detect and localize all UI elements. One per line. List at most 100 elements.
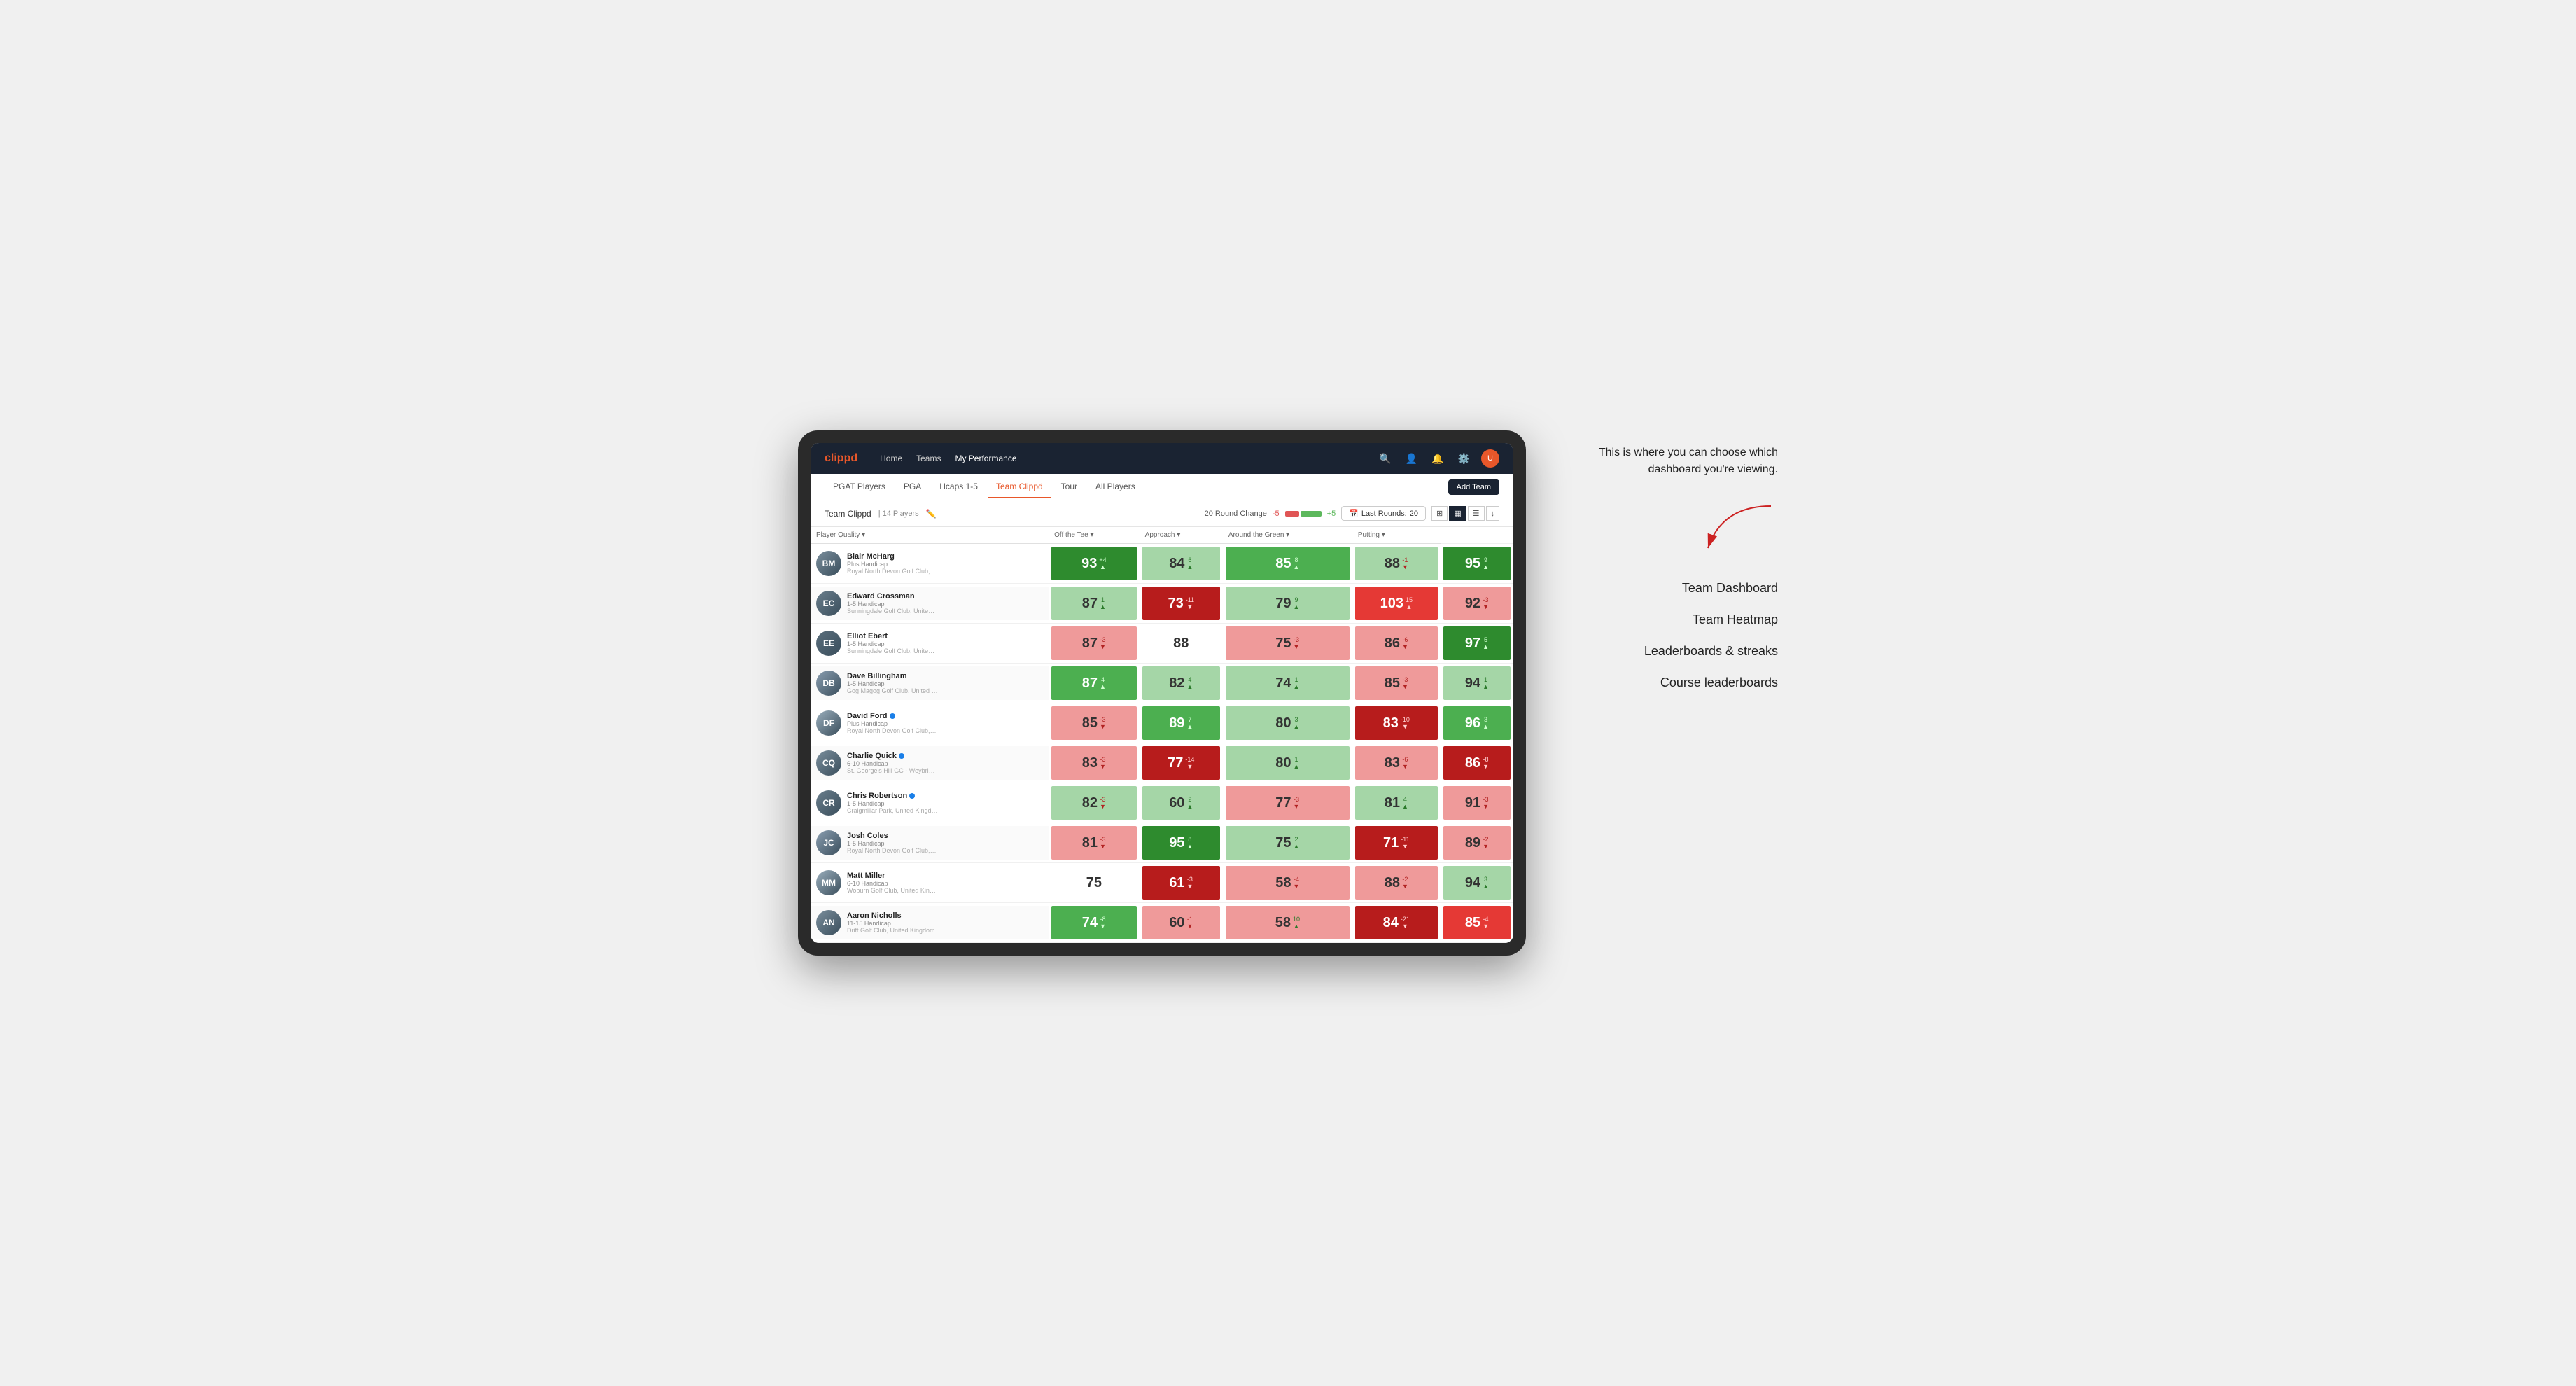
team-name: Team Clippd	[825, 509, 872, 519]
player-details: Matt Miller 6-10 Handicap Woburn Golf Cl…	[847, 872, 938, 894]
score-box: 87 4▲	[1051, 666, 1137, 700]
subnav-hcaps[interactable]: Hcaps 1-5	[931, 476, 986, 498]
score-value: 81	[1385, 795, 1400, 811]
score-box: 61 -3▼	[1142, 866, 1220, 899]
score-change: 5▲	[1483, 636, 1489, 650]
player-info[interactable]: DB Dave Billingham 1-5 Handicap Gog Mago…	[811, 666, 1049, 700]
score-value: 89	[1169, 715, 1184, 732]
table-row: BM Blair McHarg Plus Handicap Royal Nort…	[811, 544, 1513, 584]
subnav-tour[interactable]: Tour	[1053, 476, 1086, 498]
score-cell-putting: 92 -3▼	[1441, 584, 1513, 624]
export-button[interactable]: ↓	[1486, 506, 1500, 521]
player-info[interactable]: MM Matt Miller 6-10 Handicap Woburn Golf…	[811, 866, 1049, 899]
player-details: Edward Crossman 1-5 Handicap Sunningdale…	[847, 592, 938, 615]
avatar-initials: EE	[816, 631, 841, 656]
score-cell-around-green: 103 15▲	[1352, 584, 1441, 624]
score-box: 95 9▲	[1443, 547, 1511, 580]
subnav-pgat[interactable]: PGAT Players	[825, 476, 894, 498]
col-putting[interactable]: Putting ▾	[1352, 527, 1441, 544]
score-change: 4▲	[1100, 676, 1106, 690]
player-name: David Ford	[847, 712, 938, 720]
list-view-button[interactable]: ☰	[1468, 506, 1485, 521]
score-value: 86	[1465, 755, 1480, 771]
score-value: 85	[1082, 715, 1098, 732]
player-info[interactable]: CR Chris Robertson 1-5 Handicap Craigmil…	[811, 786, 1049, 820]
score-change: 15▲	[1406, 596, 1413, 610]
player-name: Edward Crossman	[847, 592, 938, 601]
table-row: JC Josh Coles 1-5 Handicap Royal North D…	[811, 823, 1513, 863]
col-player-quality[interactable]: Player Quality ▾	[811, 527, 1049, 544]
score-value: 77	[1275, 795, 1291, 811]
tablet-screen: clippd Home Teams My Performance 🔍 👤 🔔 ⚙…	[811, 443, 1513, 943]
score-cell-approach: 58 -4▼	[1223, 863, 1352, 903]
col-approach[interactable]: Approach ▾	[1140, 527, 1223, 544]
score-value: 103	[1380, 596, 1404, 612]
table-row: DB Dave Billingham 1-5 Handicap Gog Mago…	[811, 664, 1513, 704]
player-club: Drift Golf Club, United Kingdom	[847, 927, 935, 934]
score-value: 77	[1168, 755, 1183, 771]
score-change: -3▼	[1186, 876, 1193, 890]
calendar-icon: 📅	[1349, 509, 1359, 518]
player-club: St. George's Hill GC - Weybridge - Surre…	[847, 767, 938, 774]
player-handicap: 1-5 Handicap	[847, 680, 938, 687]
score-cell-off-tee: 84 6▲	[1140, 544, 1223, 584]
player-info[interactable]: BM Blair McHarg Plus Handicap Royal Nort…	[811, 547, 1049, 580]
avatar[interactable]: U	[1481, 449, 1499, 468]
score-value: 84	[1169, 556, 1184, 572]
score-cell-putting: 94 1▲	[1441, 664, 1513, 704]
nav-my-performance[interactable]: My Performance	[953, 451, 1018, 466]
score-change: -3▼	[1294, 636, 1300, 650]
score-box: 58 -4▼	[1226, 866, 1350, 899]
player-info[interactable]: AN Aaron Nicholls 11-15 Handicap Drift G…	[811, 906, 1049, 939]
subnav-team-clippd[interactable]: Team Clippd	[988, 476, 1051, 498]
score-cell-approach: 80 1▲	[1223, 743, 1352, 783]
score-box: 83 -10▼	[1355, 706, 1438, 740]
bar-negative	[1285, 511, 1299, 517]
score-value: 85	[1385, 676, 1400, 692]
score-value: 85	[1275, 556, 1291, 572]
player-info[interactable]: EC Edward Crossman 1-5 Handicap Sunningd…	[811, 587, 1049, 620]
score-box: 88 -2▼	[1355, 866, 1438, 899]
score-value: 82	[1169, 676, 1184, 692]
settings-icon[interactable]: ⚙️	[1455, 450, 1473, 468]
nav-teams[interactable]: Teams	[915, 451, 942, 466]
score-value: 88	[1173, 636, 1189, 652]
annotation-item: Course leaderboards	[1568, 667, 1778, 699]
change-bar	[1285, 511, 1322, 517]
player-info[interactable]: CQ Charlie Quick 6-10 Handicap St. Georg…	[811, 746, 1049, 780]
search-icon[interactable]: 🔍	[1376, 450, 1394, 468]
heatmap-view-button[interactable]: ▦	[1449, 506, 1466, 521]
score-change: -1▼	[1186, 916, 1193, 930]
edit-icon[interactable]: ✏️	[926, 509, 937, 519]
col-around-green[interactable]: Around the Green ▾	[1223, 527, 1352, 544]
subnav-all-players[interactable]: All Players	[1087, 476, 1144, 498]
score-change: 7▲	[1186, 716, 1193, 730]
score-cell-putting: 86 -8▼	[1441, 743, 1513, 783]
nav-home[interactable]: Home	[878, 451, 904, 466]
player-info[interactable]: EE Elliot Ebert 1-5 Handicap Sunningdale…	[811, 626, 1049, 660]
table-body: BM Blair McHarg Plus Handicap Royal Nort…	[811, 544, 1513, 943]
player-details: Chris Robertson 1-5 Handicap Craigmillar…	[847, 792, 938, 814]
score-box: 97 5▲	[1443, 626, 1511, 660]
player-cell: CQ Charlie Quick 6-10 Handicap St. Georg…	[811, 743, 1049, 783]
bell-icon[interactable]: 🔔	[1429, 450, 1446, 468]
score-cell-approach: 75 -3▼	[1223, 624, 1352, 664]
score-change: 1▲	[1483, 676, 1489, 690]
col-off-tee[interactable]: Off the Tee ▾	[1049, 527, 1140, 544]
player-info[interactable]: DF David Ford Plus Handicap Royal North …	[811, 706, 1049, 740]
subnav-pga[interactable]: PGA	[895, 476, 930, 498]
score-change: 2▲	[1186, 796, 1193, 810]
avatar-initials: JC	[816, 830, 841, 855]
score-value: 87	[1082, 636, 1098, 652]
table-row: CR Chris Robertson 1-5 Handicap Craigmil…	[811, 783, 1513, 823]
player-avatar: CQ	[816, 750, 841, 776]
person-icon[interactable]: 👤	[1403, 450, 1420, 468]
player-avatar: CR	[816, 790, 841, 816]
add-team-button[interactable]: Add Team	[1448, 479, 1499, 495]
score-cell-off-tee: 88	[1140, 624, 1223, 664]
grid-view-button[interactable]: ⊞	[1432, 506, 1448, 521]
score-value: 93	[1082, 556, 1097, 572]
score-change: -3▼	[1294, 796, 1300, 810]
last-rounds-button[interactable]: 📅 Last Rounds: 20	[1341, 506, 1426, 521]
player-info[interactable]: JC Josh Coles 1-5 Handicap Royal North D…	[811, 826, 1049, 860]
